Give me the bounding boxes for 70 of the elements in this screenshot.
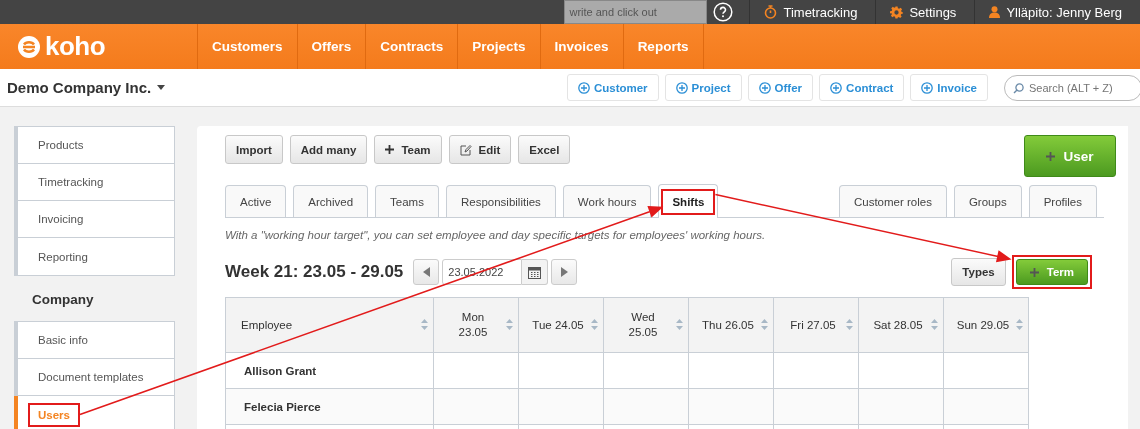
tab[interactable]: Customer roles — [838, 185, 947, 217]
column-header[interactable]: Mon 23.05 — [433, 297, 519, 353]
column-header[interactable]: Sat 28.05 — [858, 297, 944, 353]
search-icon — [1013, 82, 1024, 94]
toolbar-button[interactable]: Import — [225, 135, 283, 164]
quick-add-button[interactable]: Offer — [747, 74, 814, 101]
tab[interactable]: Profiles — [1028, 185, 1097, 217]
logo-text: koho — [45, 31, 106, 62]
help-icon[interactable] — [713, 2, 734, 22]
plus-icon — [1029, 267, 1039, 277]
tab[interactable]: Shifts — [658, 184, 719, 218]
column-header[interactable]: Employee — [225, 297, 434, 353]
column-header[interactable]: Thu 26.05 — [688, 297, 774, 353]
sort-icon — [931, 319, 938, 330]
toolbar-button[interactable]: Team — [374, 135, 442, 164]
sort-icon — [761, 319, 768, 330]
column-header[interactable]: Wed 25.05 — [603, 297, 689, 353]
left-arrow-icon — [422, 267, 430, 277]
plus-icon — [385, 145, 395, 154]
sidebar-item[interactable]: Timetracking — [18, 164, 174, 201]
quick-add-button[interactable]: Contract — [819, 74, 905, 101]
company-selector[interactable]: Demo Company Inc. — [0, 79, 567, 96]
types-button[interactable]: Types — [951, 258, 1006, 286]
sidebar-item[interactable]: Products — [18, 127, 174, 164]
previous-button[interactable] — [413, 259, 440, 285]
section-title: Company — [31, 291, 95, 309]
sidebar-item[interactable]: Invoicing — [18, 201, 174, 238]
logo-icon — [17, 34, 41, 59]
quick-add-button[interactable]: Customer — [566, 74, 659, 101]
add-icon — [577, 81, 590, 94]
column-header[interactable]: Tue 24.05 — [518, 297, 604, 353]
sort-icon — [676, 319, 683, 330]
next-button[interactable] — [551, 259, 578, 285]
stopwatch-icon — [764, 5, 778, 19]
calendar-button[interactable] — [522, 259, 549, 285]
sort-icon — [591, 319, 598, 330]
tab[interactable]: Archived — [293, 185, 369, 217]
tab[interactable]: Responsibilities — [445, 185, 556, 217]
quick-add-button[interactable]: Invoice — [910, 74, 988, 101]
tab[interactable]: Groups — [953, 185, 1022, 217]
settings-icon — [890, 5, 904, 19]
search-field[interactable]: Search (ALT + Z) — [1004, 74, 1140, 101]
tab[interactable]: Teams — [375, 185, 439, 217]
caret-icon — [157, 85, 166, 90]
add-icon — [675, 81, 688, 94]
sort-icon — [1016, 319, 1023, 330]
employee-name: Felecia Pierce — [225, 388, 434, 425]
add-icon — [830, 81, 843, 94]
column-header[interactable]: Fri 27.05 — [773, 297, 859, 353]
sidebar-item[interactable]: Basic info — [18, 322, 174, 359]
add-icon — [921, 81, 934, 94]
sort-icon — [846, 319, 853, 330]
tab[interactable]: Work hours — [562, 185, 652, 217]
week-title: Week 21: 23.05 - 29.05 — [225, 262, 404, 282]
calendar-icon — [528, 265, 542, 279]
toolbar-button[interactable]: Edit — [448, 135, 512, 164]
sort-icon — [421, 319, 428, 330]
toolbar-button[interactable]: Excel — [518, 135, 571, 164]
quick-add-button[interactable]: Project — [664, 74, 742, 101]
right-arrow-icon — [560, 267, 568, 277]
plus-icon — [1046, 151, 1056, 161]
tab[interactable]: Active — [225, 185, 287, 217]
edit-icon — [459, 143, 472, 156]
toolbar-button[interactable]: Add many — [289, 135, 368, 164]
sort-icon — [506, 319, 513, 330]
user-icon — [989, 6, 1001, 18]
column-header[interactable]: Sun 29.05 — [943, 297, 1029, 353]
sidebar-item[interactable]: Reporting — [18, 238, 174, 275]
note-field[interactable]: write and click out — [564, 0, 708, 24]
add-icon — [758, 81, 771, 94]
